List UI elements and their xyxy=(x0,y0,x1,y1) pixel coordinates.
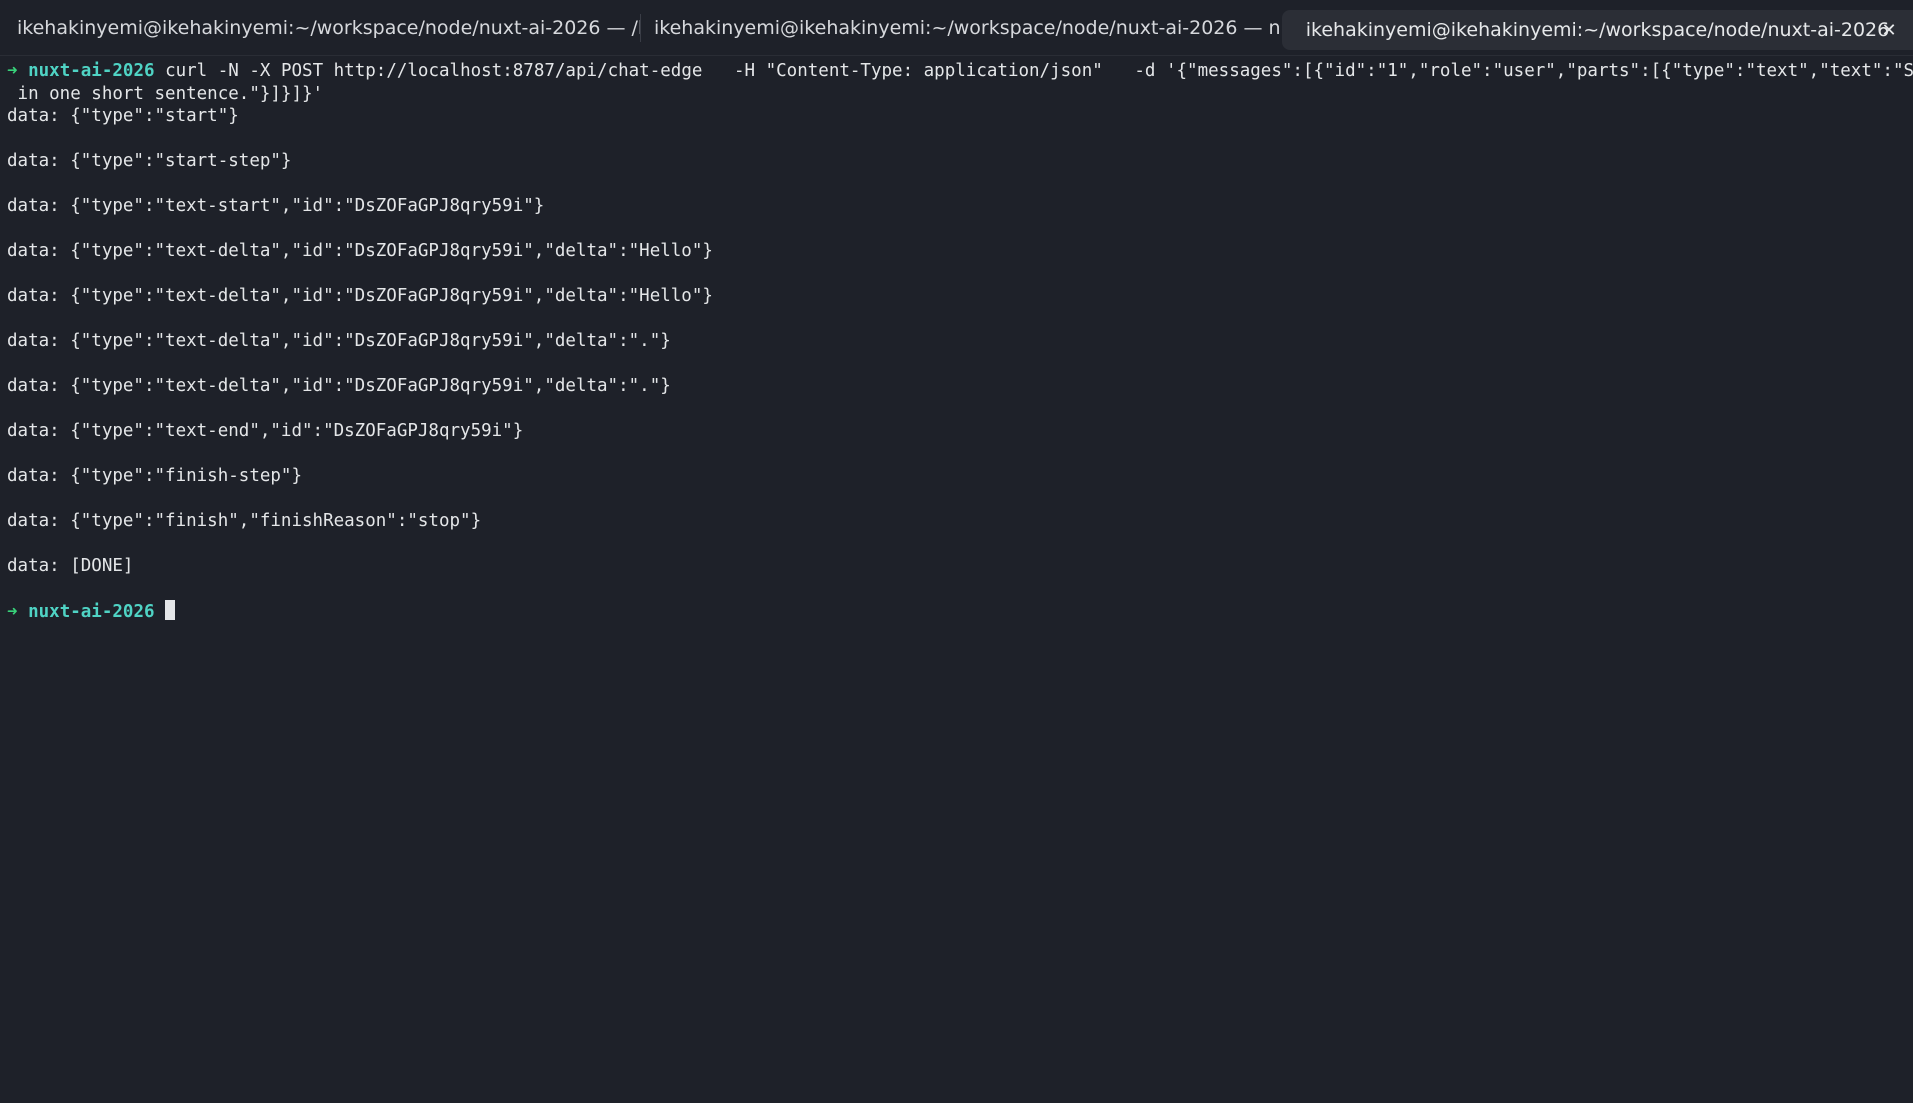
close-icon[interactable]: ✕ xyxy=(1877,20,1901,44)
text-cursor xyxy=(165,600,176,620)
tab-title: ikehakinyemi@ikehakinyemi:~/workspace/no… xyxy=(1305,19,1890,41)
command-line-wrap: in one short sentence."}]}]}' xyxy=(7,83,324,104)
prompt-arrow-icon: ➜ xyxy=(7,61,18,81)
tab-terminal-3-active[interactable]: ikehakinyemi@ikehakinyemi:~/workspace/no… xyxy=(1282,10,1913,50)
output-line: data: {"type":"text-delta","id":"DsZOFaG… xyxy=(7,376,671,396)
command-line: ➜ nuxt-ai-2026 curl -N -X POST http://lo… xyxy=(7,60,1913,83)
terminal-output[interactable]: ➜ nuxt-ai-2026 curl -N -X POST http://lo… xyxy=(0,60,1913,1100)
output-line: data: {"type":"finish-step"} xyxy=(7,466,303,486)
prompt-directory: nuxt-ai-2026 xyxy=(28,602,155,622)
tab-bar: ikehakinyemi@ikehakinyemi:~/workspace/no… xyxy=(0,0,1913,56)
prompt-arrow-icon: ➜ xyxy=(7,602,18,622)
output-block: data: {"type":"start"} data: {"type":"sta… xyxy=(7,105,1913,600)
output-line: data: [DONE] xyxy=(7,556,134,576)
output-line: data: {"type":"finish","finishReason":"s… xyxy=(7,511,482,531)
output-line: data: {"type":"text-delta","id":"DsZOFaG… xyxy=(7,241,713,261)
tab-terminal-1[interactable]: ikehakinyemi@ikehakinyemi:~/workspace/no… xyxy=(0,0,640,56)
tab-title: ikehakinyemi@ikehakinyemi:~/workspace/no… xyxy=(17,17,640,39)
output-line: data: {"type":"start-step"} xyxy=(7,151,292,171)
output-line: data: {"type":"text-delta","id":"DsZOFaG… xyxy=(7,286,713,306)
prompt-line[interactable]: ➜ nuxt-ai-2026 xyxy=(7,600,1913,623)
output-line: data: {"type":"text-start","id":"DsZOFaG… xyxy=(7,196,545,216)
output-line: data: {"type":"start"} xyxy=(7,106,239,126)
output-line: data: {"type":"text-end","id":"DsZOFaGPJ… xyxy=(7,421,524,441)
tab-terminal-2[interactable]: ikehakinyemi@ikehakinyemi:~/workspace/no… xyxy=(641,0,1281,56)
tab-title: ikehakinyemi@ikehakinyemi:~/workspace/no… xyxy=(654,17,1281,39)
command-text: curl -N -X POST http://localhost:8787/ap… xyxy=(154,61,1913,81)
prompt-directory: nuxt-ai-2026 xyxy=(28,61,155,81)
output-line: data: {"type":"text-delta","id":"DsZOFaG… xyxy=(7,331,671,351)
